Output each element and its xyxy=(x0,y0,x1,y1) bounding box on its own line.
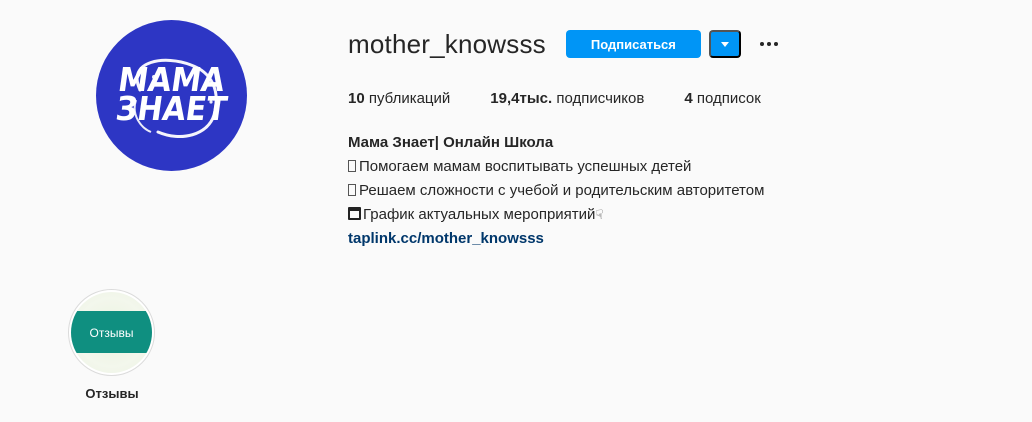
bio-line: Помогаем мамам воспитывать успешных дете… xyxy=(348,155,1028,179)
emoji-placeholder-icon xyxy=(348,184,356,196)
story-highlight-reviews[interactable]: Отзывы Отзывы xyxy=(68,289,156,401)
more-options-button[interactable] xyxy=(755,30,783,58)
bio-line: Решаем сложности с учебой и родительским… xyxy=(348,179,1028,203)
avatar-logo: МАМА ЗНАЕТ xyxy=(96,20,247,171)
logo-line-2: ЗНАЕТ xyxy=(113,89,230,129)
bio-line: График актуальных мероприятий☟ xyxy=(348,203,1028,227)
more-dot-icon xyxy=(759,42,764,46)
profile-header: mother_knowsss Подписаться xyxy=(348,28,1028,60)
followers-label: подписчиков xyxy=(556,90,645,107)
calendar-icon xyxy=(348,207,361,220)
profile-stats: 10 публикаций 19,4тыс. подписчиков 4 под… xyxy=(348,90,1028,107)
following-count: 4 xyxy=(684,90,693,107)
suggested-accounts-button[interactable] xyxy=(708,30,741,58)
more-dot-icon xyxy=(766,42,771,46)
avatar-logo-text: МАМА ЗНАЕТ xyxy=(113,61,230,129)
posts-stat: 10 публикаций xyxy=(348,90,450,107)
posts-count: 10 xyxy=(348,90,365,107)
full-name: Мама Знает| Онлайн Школа xyxy=(348,134,554,151)
profile-section: mother_knowsss Подписаться 10 публикаций… xyxy=(348,28,1028,251)
following-label: подписок xyxy=(696,90,761,107)
highlight-cover-text: Отзывы xyxy=(89,325,134,340)
more-dot-icon xyxy=(773,42,778,46)
following-stat[interactable]: 4 подписок xyxy=(684,90,760,107)
profile-avatar[interactable]: МАМА ЗНАЕТ xyxy=(96,20,247,171)
username: mother_knowsss xyxy=(348,28,546,59)
highlight-label: Отзывы xyxy=(85,386,139,401)
highlight-image: Отзывы xyxy=(71,292,152,373)
profile-bio: Мама Знает| Онлайн Школа Помогаем мамам … xyxy=(348,131,1028,251)
follow-button[interactable]: Подписаться xyxy=(565,30,701,58)
highlight-cover: Отзывы xyxy=(68,289,155,376)
emoji-placeholder-icon xyxy=(348,160,356,172)
chevron-down-icon xyxy=(720,41,729,47)
followers-count: 19,4тыс. xyxy=(490,90,553,107)
followers-stat[interactable]: 19,4тыс. подписчиков xyxy=(490,90,644,107)
bio-link[interactable]: taplink.cc/mother_knowsss xyxy=(348,230,544,247)
posts-label: публикаций xyxy=(368,90,451,107)
pointing-hand-icon: ☟ xyxy=(595,207,604,222)
